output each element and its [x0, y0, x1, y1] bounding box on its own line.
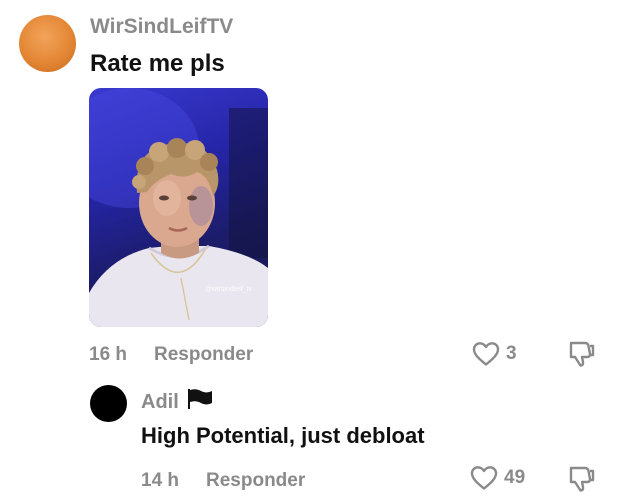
heart-outline-icon — [472, 342, 500, 366]
thumbs-down-outline-icon — [569, 466, 595, 492]
thumbs-down-outline-icon — [569, 341, 595, 367]
like-count: 3 — [506, 343, 517, 364]
reply-username[interactable]: Adil — [141, 391, 179, 414]
like-button[interactable]: 49 — [470, 465, 525, 491]
comment-timestamp: 16 h — [89, 344, 128, 365]
black-flag-icon — [187, 389, 213, 415]
avatar[interactable] — [19, 15, 76, 72]
comment-text: Rate me pls — [90, 50, 225, 77]
reply-timestamp: 14 h — [141, 470, 180, 491]
reply-text: High Potential, just debloat — [141, 423, 425, 448]
reply-username-row: Adil — [141, 389, 213, 415]
comment-thread: WirSindLeifTV Rate me pls @wirsindleif_t… — [0, 0, 621, 500]
heart-outline-icon — [470, 466, 498, 490]
avatar[interactable] — [90, 385, 127, 422]
reply-button[interactable]: Responder — [206, 470, 305, 492]
dislike-button[interactable] — [567, 465, 597, 498]
reply-button[interactable]: Responder — [154, 344, 253, 366]
like-button[interactable]: 3 — [472, 341, 517, 367]
comment-username[interactable]: WirSindLeifTV — [90, 15, 233, 39]
like-count: 49 — [504, 467, 526, 488]
photo-watermark: @wirsindleif_tv — [204, 286, 252, 293]
dislike-button[interactable] — [567, 340, 597, 373]
comment-photo[interactable]: @wirsindleif_tv — [89, 88, 268, 327]
